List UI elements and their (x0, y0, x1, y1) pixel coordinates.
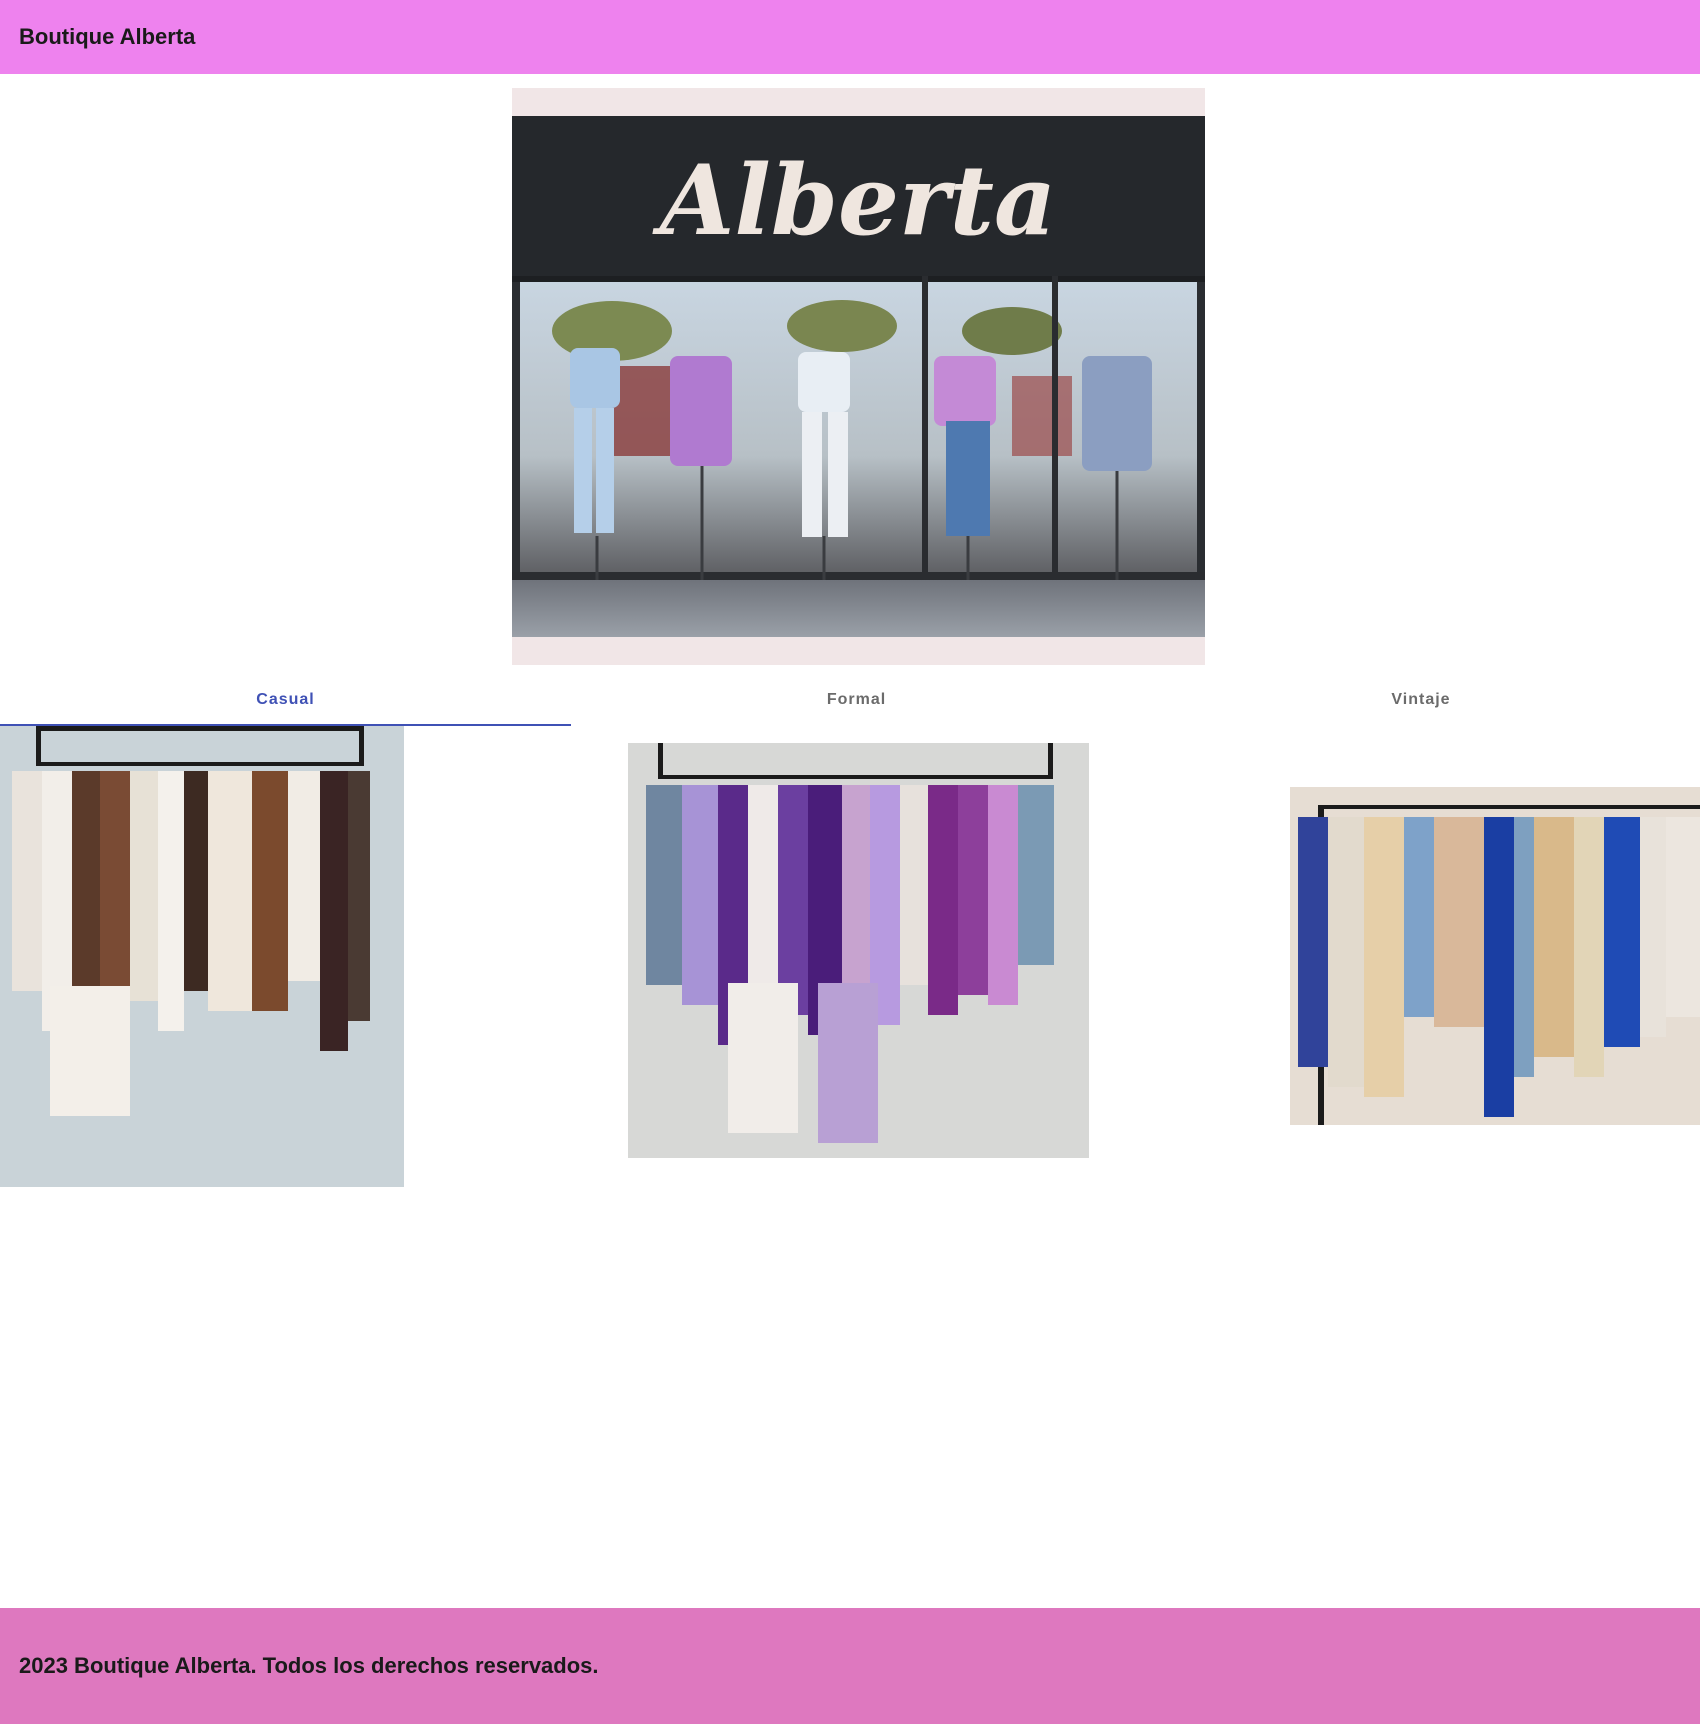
casual-clothing-image (0, 726, 404, 1187)
tab-casual[interactable]: Casual (0, 676, 571, 724)
tab-formal[interactable]: Formal (571, 676, 1142, 724)
hero-image-frame: Alberta (512, 88, 1205, 665)
page: Boutique Alberta Alberta Casual Formal V… (0, 0, 1700, 1724)
app-title: Boutique Alberta (19, 24, 196, 49)
storefront-image: Alberta (512, 116, 1205, 637)
tab-vintaje[interactable]: Vintaje (1142, 676, 1700, 724)
formal-clothing-image (628, 743, 1089, 1158)
app-footer: 2023 Boutique Alberta. Todos los derecho… (0, 1608, 1700, 1724)
app-header: Boutique Alberta (0, 0, 1700, 74)
footer-copyright: 2023 Boutique Alberta. Todos los derecho… (19, 1653, 599, 1678)
category-tabs: Casual Formal Vintaje (0, 676, 1700, 726)
storefront-sign-text: Alberta (652, 144, 1056, 257)
vintaje-clothing-image (1290, 787, 1700, 1125)
